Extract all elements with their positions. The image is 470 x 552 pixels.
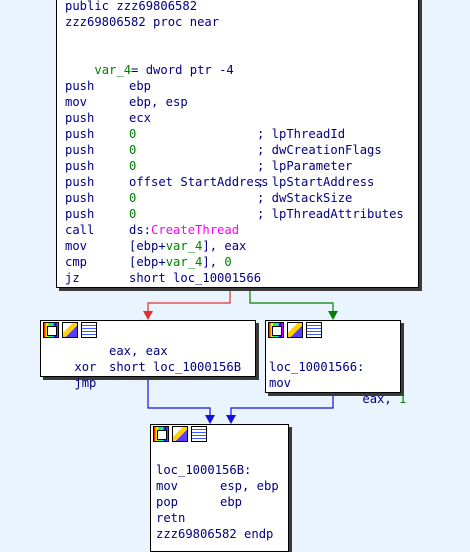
comment: ; dwStackSize [257, 191, 353, 205]
operand: 0 [129, 142, 136, 158]
edge-false-arrowhead [143, 311, 153, 320]
left-code-block[interactable]: xor eax, eax jmp short loc_1000156B [40, 320, 256, 390]
edit-icon[interactable] [172, 426, 188, 442]
var-reference[interactable]: var_4 [166, 255, 203, 269]
right-code-block[interactable]: loc_10001566: mov eax, 1 [265, 320, 406, 406]
var-reference[interactable]: var_4 [166, 239, 203, 253]
immediate-value: 0 [129, 127, 137, 141]
mnemonic: pop [156, 495, 179, 509]
immediate-value: 1 [399, 392, 407, 406]
operand-part: [ebp+ [129, 239, 166, 253]
block-header-toolbar [153, 426, 207, 442]
api-call-name[interactable]: CreateThread [151, 223, 239, 237]
operand: ecx [129, 110, 151, 126]
operand: eax, 1 [333, 375, 406, 406]
mnemonic: mov [65, 95, 88, 109]
operand: esp, ebp [220, 479, 279, 493]
mnemonic: call [65, 223, 95, 237]
mnemonic: push [65, 159, 95, 173]
operand: [ebp+var_4], 0 [129, 254, 232, 270]
operand: ebp [129, 78, 151, 94]
operand-text[interactable]: short loc_10001566 [129, 271, 261, 285]
graph-colors-icon[interactable] [153, 426, 169, 442]
proc-end: zzz69806582 endp [156, 527, 274, 541]
location-label[interactable]: loc_10001566: [269, 359, 364, 375]
local-var-definition: var_4= dword ptr -4 [65, 46, 233, 77]
public-declaration: public zzz69806582 [65, 0, 198, 13]
edit-icon[interactable] [287, 322, 303, 338]
list-view-icon[interactable] [81, 322, 97, 338]
immediate-value: 0 [129, 207, 137, 221]
comment: ; lpThreadAttributes [257, 207, 404, 221]
operand-part: [ebp+ [129, 255, 166, 269]
location-label[interactable]: loc_1000156B: [156, 462, 251, 478]
edit-icon[interactable] [62, 322, 78, 338]
jump-target-operand[interactable]: short loc_1000156B [109, 359, 241, 375]
operand-text: ecx [129, 111, 152, 125]
operand: short loc_10001566 [129, 270, 261, 286]
mnemonic: push [65, 127, 95, 141]
graph-colors-icon[interactable] [268, 322, 284, 338]
immediate-value: 0 [129, 159, 137, 173]
operand: ebp, esp [129, 94, 188, 110]
mnemonic: push [65, 111, 95, 125]
var-name[interactable]: var_4 [94, 63, 131, 77]
edge-true-branch [249, 288, 334, 312]
edge-left-arrowhead [205, 415, 215, 424]
mnemonic: mov [65, 239, 88, 253]
comment: ; lpThreadId [257, 127, 346, 141]
mnemonic: push [65, 143, 95, 157]
operand-registers: eax, [362, 392, 400, 406]
instruction-line: jmp [45, 359, 96, 390]
main-code-block[interactable]: public zzz69806582 zzz69806582 proc near… [56, 0, 419, 288]
operand: 0 [129, 126, 136, 142]
operand-text: offset StartAddress [129, 175, 269, 189]
operand-part: ], [202, 255, 225, 269]
mnemonic: push [65, 79, 95, 93]
list-view-icon[interactable] [306, 322, 322, 338]
edge-right-arrowhead [226, 415, 236, 424]
immediate-value: 0 [224, 255, 232, 269]
edge-right-to-bottom [230, 393, 334, 416]
comment: ; lpStartAddress [257, 175, 375, 189]
operand-text: ebp, esp [129, 95, 188, 109]
mnemonic: push [65, 191, 95, 205]
mnemonic: push [65, 207, 95, 221]
operand: offset StartAddress [129, 174, 268, 190]
operand: ds:CreateThread [129, 222, 239, 238]
edge-false-branch [147, 288, 231, 312]
operand-part: ], eax [202, 239, 247, 253]
mnemonic: jmp [74, 376, 97, 390]
operand: [ebp+var_4], eax [129, 238, 246, 254]
mnemonic: retn [156, 511, 186, 525]
operand: eax, eax [109, 344, 168, 358]
proc-declaration: zzz69806582 proc near [65, 15, 220, 29]
edge-true-arrowhead [328, 311, 338, 320]
immediate-value: 0 [129, 191, 137, 205]
instruction-line: xor [45, 343, 96, 374]
block-header-toolbar [43, 322, 97, 338]
operand: ebp [220, 495, 243, 509]
mnemonic: mov [156, 479, 179, 493]
comment: ; dwCreationFlags [257, 143, 382, 157]
edge-left-to-bottom [147, 377, 211, 416]
comment: ; lpParameter [257, 159, 353, 173]
operand: 0 [129, 206, 136, 222]
mnemonic: push [65, 175, 95, 189]
bottom-code-block[interactable]: loc_1000156B: mov esp, ebp pop ebp retn zzz6… [150, 424, 289, 552]
var-definition: = dword ptr -4 [131, 63, 234, 77]
operand-prefix: ds: [129, 223, 152, 237]
operand: 0 [129, 190, 136, 206]
list-view-icon[interactable] [191, 426, 207, 442]
immediate-value: 0 [129, 143, 137, 157]
graph-colors-icon[interactable] [43, 322, 59, 338]
mnemonic: cmp [65, 255, 88, 269]
mnemonic: mov [269, 376, 292, 390]
operand: 0 [129, 158, 136, 174]
operand-text: ebp [129, 79, 152, 93]
mnemonic: jz [65, 271, 80, 285]
block-header-toolbar [268, 322, 322, 338]
